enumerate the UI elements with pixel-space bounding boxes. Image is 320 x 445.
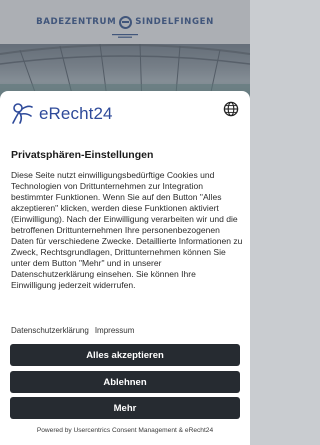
brand-name: eRecht24 xyxy=(39,104,113,123)
erecht24-logo-icon xyxy=(12,103,33,124)
brand-logo: eRecht24 xyxy=(10,101,113,127)
powered-by-text: Powered by Usercentrics Consent Manageme… xyxy=(36,427,214,434)
privacy-policy-link[interactable]: Datenschutzerklärung xyxy=(11,326,89,335)
consent-dialog: eRecht24 Privatsphären-Einstellungen Die… xyxy=(0,91,250,445)
imprint-link[interactable]: Impressum xyxy=(95,326,135,335)
globe-icon[interactable] xyxy=(223,101,239,117)
deny-button[interactable]: Ablehnen xyxy=(10,371,240,393)
dialog-title: Privatsphären-Einstellungen xyxy=(11,149,154,161)
accept-all-button[interactable]: Alles akzeptieren xyxy=(10,344,240,366)
dialog-description: Diese Seite nutzt einwilligungsbedürftig… xyxy=(11,170,243,290)
footer-links: Datenschutzerklärung Impressum xyxy=(11,326,134,335)
more-button[interactable]: Mehr xyxy=(10,397,240,419)
